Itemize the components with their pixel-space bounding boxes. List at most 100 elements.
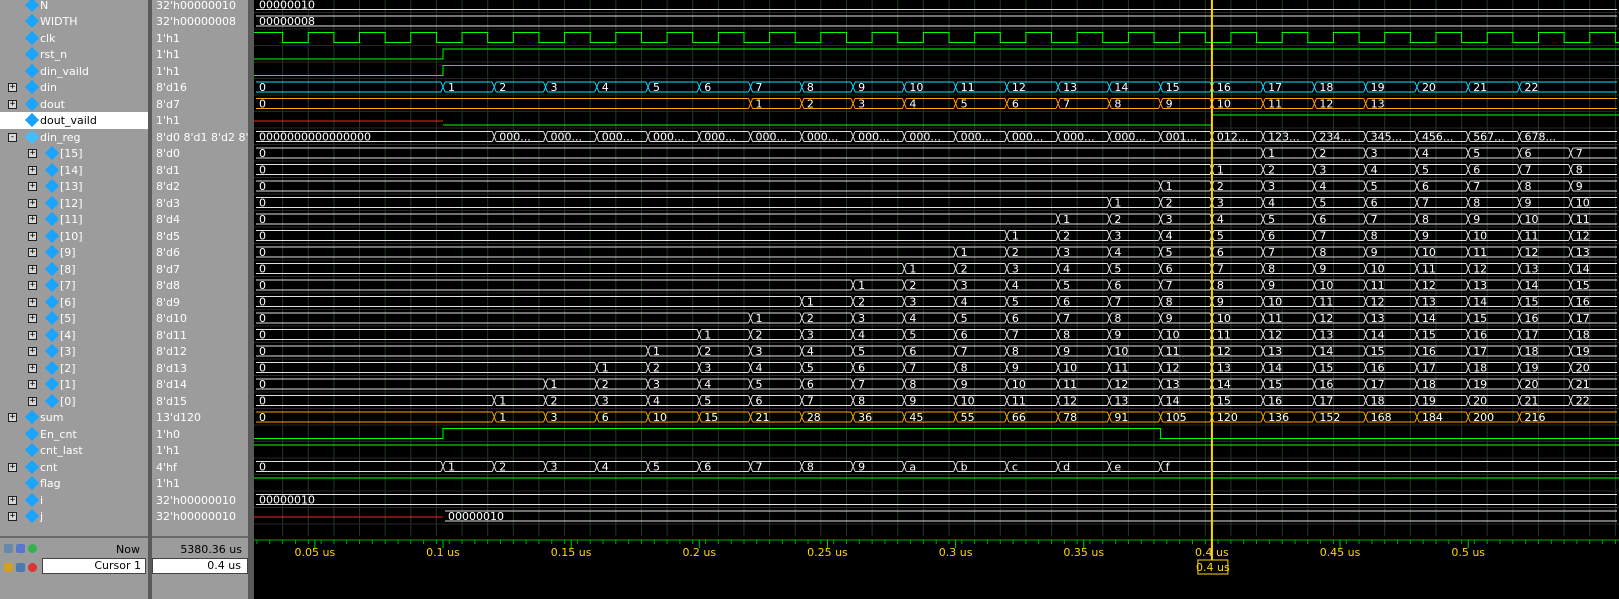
signal-row-sum[interactable]: + sum [0,409,148,426]
signal-row-j[interactable]: + j [0,508,148,525]
expand-icon[interactable]: + [8,512,17,521]
bus-transition [543,461,548,472]
bus-value: 12 [1063,395,1077,408]
bus-value: 4 [909,98,916,111]
bus-transition [1260,345,1266,357]
bus-value: 000... [499,131,531,144]
signal-icon [24,30,40,45]
bus-transition [491,461,497,472]
expand-icon[interactable]: + [28,380,37,389]
bus-value: 12 [1114,378,1128,391]
signal-row-din[interactable]: + din [0,79,148,96]
signal-icon [44,195,60,210]
signal-row-cnt[interactable]: + cnt [0,459,148,476]
bus-segment [256,411,493,423]
expand-icon[interactable]: + [8,413,17,422]
zoom-icon[interactable] [4,544,13,553]
expand-icon[interactable]: + [8,462,17,472]
signal-row-clk[interactable]: clk [0,30,148,47]
signal-row-n[interactable]: N [0,0,148,14]
expand-icon[interactable]: + [28,281,37,290]
bus-transition [1311,411,1317,423]
signal-row-rst-n[interactable]: rst_n [0,46,148,63]
expand-icon[interactable]: + [28,198,37,208]
signal-row-1[interactable]: + [1] [0,376,148,393]
signal-row-4[interactable]: + [4] [0,327,148,344]
bus-value: 3 [602,395,609,408]
signal-row-7[interactable]: + [7] [0,277,148,294]
bus-value: 11 [961,81,975,94]
cursor-name-box[interactable]: Cursor 1 [42,558,146,574]
bus-transition [850,395,856,406]
expand-icon[interactable]: + [28,149,37,158]
signal-row-din-reg[interactable]: - din_reg [0,129,148,146]
signal-row-13[interactable]: + [13] [0,178,148,195]
bus-transition [594,461,600,472]
bus-value: 3 [551,461,558,474]
expand-icon[interactable]: + [28,264,37,274]
signal-row-15[interactable]: + [15] [0,145,148,162]
bus-value: 7 [1319,230,1326,243]
signal-row-6[interactable]: + [6] [0,294,148,311]
add-cursor-icon[interactable] [28,544,37,553]
expand-icon[interactable]: + [28,314,37,323]
signal-row-dout[interactable]: + dout [0,96,148,113]
expand-icon[interactable]: + [28,182,37,191]
bus-value: 2 [499,81,506,94]
signal-row-9[interactable]: + [9] [0,244,148,261]
expand-icon[interactable]: + [28,330,37,340]
bus-transition [850,345,856,357]
signal-icon [24,79,40,95]
expand-icon[interactable]: + [28,215,37,224]
expand-icon[interactable]: + [28,347,37,356]
signal-row-0[interactable]: + [0] [0,393,148,410]
bus-transition [543,411,548,423]
signal-value: 13'd120 [156,411,201,424]
bus-transition [1158,378,1164,390]
expand-icon[interactable]: + [8,99,17,109]
bus-transition [491,131,497,142]
signal-row-3[interactable]: + [3] [0,343,148,360]
signal-row-2[interactable]: + [2] [0,360,148,377]
expand-icon[interactable]: + [28,231,37,241]
expand-icon[interactable]: + [28,297,37,307]
signal-row-dout-vaild[interactable]: dout_vaild [0,112,148,129]
delete-cursor-icon[interactable] [28,563,37,572]
signal-row-8[interactable]: + [8] [0,261,148,278]
monitor-icon[interactable] [16,544,25,553]
cursor-value-box[interactable]: 0.4 us [152,558,248,574]
signal-row-5[interactable]: + [5] [0,310,148,327]
signal-row-10[interactable]: + [10] [0,228,148,245]
expand-icon[interactable]: + [28,363,37,373]
signal-row-cnt-last[interactable]: cnt_last [0,442,148,459]
expand-icon[interactable]: + [8,83,17,92]
signal-row-din-vaild[interactable]: din_vaild [0,63,148,80]
signal-row-flag[interactable]: flag [0,475,148,492]
signal-row-en-cnt[interactable]: En_cnt [0,426,148,443]
signal-row-14[interactable]: + [14] [0,162,148,179]
expand-icon[interactable]: + [28,248,37,257]
bus-value: 0 [259,345,266,358]
waveform-area[interactable]: 00000010000000080 1 2 3 4 5 6 7 8 9 10 11 12 13 14 15 16… [254,0,1619,536]
signal-row-i[interactable]: + i [0,492,148,509]
bus-value: 18 [1371,395,1385,408]
signal-name: j [40,510,44,523]
time-ruler[interactable]: 0.05 us 0.1 us 0.15 us 0.2 us 0.25 us 0.3 us 0… [254,536,1619,599]
signal-row-width[interactable]: WIDTH [0,13,148,30]
signal-row-12[interactable]: + [12] [0,195,148,212]
signal-row-11[interactable]: + [11] [0,211,148,228]
bus-value: 678... [1524,131,1556,144]
bus-transition [1106,213,1112,225]
bus-transition [799,296,805,307]
bus-transition [953,246,959,258]
lock-icon[interactable] [4,563,13,572]
edit-cursor-icon[interactable] [16,563,25,572]
bus-transition [1260,230,1266,241]
collapse-icon[interactable]: - [8,132,17,142]
bus-value: 000... [961,131,993,144]
expand-icon[interactable]: + [28,165,37,175]
expand-icon[interactable]: + [28,396,37,406]
din-reg-0-wave: 0 1 2 3 4 5 6 7 8 9 10 11 12 13 14 15 16 17 18 19 20 21 22 [256,395,1617,408]
bus-value: 105 [1166,411,1187,424]
expand-icon[interactable]: + [8,495,17,505]
